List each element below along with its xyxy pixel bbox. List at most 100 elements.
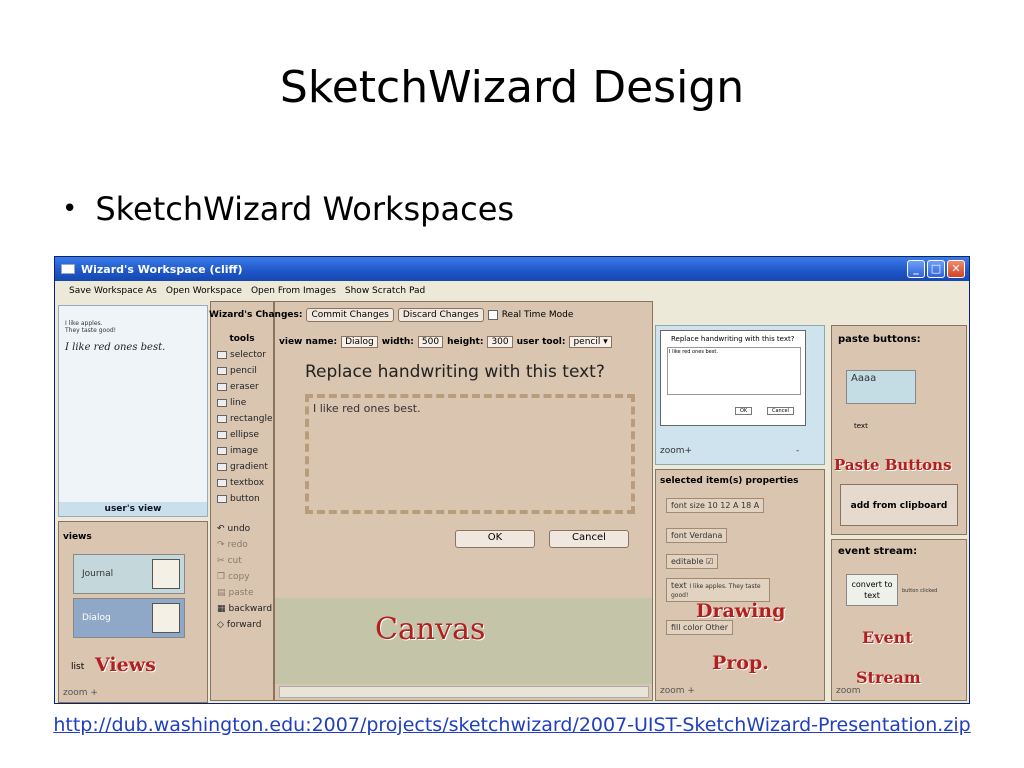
tool-ellipse[interactable]: ellipse bbox=[217, 430, 259, 440]
prop-text[interactable]: text I like apples. They taste good! bbox=[666, 578, 770, 602]
history-copy[interactable]: ❐ copy bbox=[217, 572, 250, 582]
paste-heading: paste buttons: bbox=[838, 334, 921, 345]
font-size-small[interactable]: 10 bbox=[708, 501, 718, 510]
typed-line-1: I like apples. bbox=[65, 320, 103, 327]
canvas-horizontal-scrollbar[interactable] bbox=[279, 686, 649, 698]
dialog-textbox-value: I like red ones best. bbox=[313, 402, 421, 415]
font-size-medium[interactable]: 12 A bbox=[720, 501, 738, 510]
prop-font-size[interactable]: font size 10 12 A 18 A bbox=[666, 498, 765, 513]
history-cut[interactable]: ✂ cut bbox=[217, 556, 242, 566]
event-zoom[interactable]: zoom bbox=[836, 686, 861, 696]
history-backward[interactable]: ▦ backward bbox=[217, 604, 272, 614]
history-paste[interactable]: ▤ paste bbox=[217, 588, 254, 598]
tool-image[interactable]: image bbox=[217, 446, 258, 456]
paste-button-item[interactable]: Aaaa bbox=[846, 370, 916, 404]
view-properties-bar: view name: Dialog width: 500 height: 300… bbox=[279, 336, 612, 348]
tool-gradient[interactable]: gradient bbox=[217, 462, 268, 472]
tool-label: pencil bbox=[230, 366, 257, 376]
realtime-label: Real Time Mode bbox=[501, 310, 574, 320]
image-icon bbox=[217, 447, 227, 455]
menu-save-workspace[interactable]: Save Workspace As bbox=[69, 286, 157, 296]
rectangle-icon bbox=[217, 415, 227, 423]
tool-eraser[interactable]: eraser bbox=[217, 382, 259, 392]
history-forward[interactable]: ◇ forward bbox=[217, 620, 261, 630]
line-icon bbox=[217, 399, 227, 407]
prop-fill-color[interactable]: fill color Other bbox=[666, 620, 733, 635]
dialog-cancel-button[interactable]: Cancel bbox=[549, 530, 629, 548]
changes-label: Wizard's Changes: bbox=[209, 310, 303, 320]
tool-textbox[interactable]: textbox bbox=[217, 478, 264, 488]
users-view-panel[interactable]: I like apples. They taste good! I like r… bbox=[58, 305, 208, 517]
menu-bar: Save Workspace As Open Workspace Open Fr… bbox=[55, 281, 969, 301]
preview-textbox: I like red ones best. bbox=[667, 347, 801, 395]
realtime-checkbox[interactable] bbox=[487, 310, 498, 320]
prop-font[interactable]: font Verdana bbox=[666, 528, 728, 543]
tool-label: ellipse bbox=[230, 430, 259, 440]
font-size-large[interactable]: 18 A bbox=[741, 501, 759, 510]
bullet-text: SketchWizard Workspaces bbox=[95, 190, 515, 228]
font-select[interactable]: Verdana bbox=[689, 531, 722, 540]
views-zoom[interactable]: zoom + bbox=[63, 688, 98, 698]
tool-selector[interactable]: selector bbox=[217, 350, 266, 360]
discard-changes-button[interactable]: Discard Changes bbox=[397, 308, 484, 322]
view-name-field[interactable]: Dialog bbox=[341, 336, 378, 348]
window-icon bbox=[61, 264, 75, 274]
dialog-ok-button[interactable]: OK bbox=[455, 530, 535, 548]
list-tab[interactable]: list bbox=[71, 662, 84, 672]
tool-rectangle[interactable]: rectangle bbox=[217, 414, 273, 424]
preview-question: Replace handwriting with this text? bbox=[671, 335, 795, 343]
width-field[interactable]: 500 bbox=[417, 336, 444, 348]
tool-label: button bbox=[230, 494, 260, 504]
height-field[interactable]: 300 bbox=[487, 336, 513, 348]
selector-icon bbox=[217, 351, 227, 359]
menu-open-workspace[interactable]: Open Workspace bbox=[166, 286, 242, 296]
canvas-panel[interactable]: Wizard's Changes: Commit Changes Discard… bbox=[209, 301, 653, 701]
title-bar[interactable]: Wizard's Workspace (cliff) _ □ ✕ bbox=[55, 257, 969, 281]
workspace-window: Wizard's Workspace (cliff) _ □ ✕ Save Wo… bbox=[54, 256, 970, 704]
view-thumb-dialog[interactable]: Dialog bbox=[73, 598, 185, 638]
preview-panel[interactable]: Replace handwriting with this text? I li… bbox=[655, 325, 825, 465]
minimize-button[interactable]: _ bbox=[907, 260, 925, 278]
handwriting-text: I like red ones best. bbox=[65, 342, 166, 353]
convert-to-text-button[interactable]: convert to text bbox=[846, 574, 898, 606]
preview-answer: I like red ones best. bbox=[669, 349, 718, 355]
menu-scratch-pad[interactable]: Show Scratch Pad bbox=[345, 286, 425, 296]
maximize-button[interactable]: □ bbox=[927, 260, 945, 278]
tool-label: selector bbox=[230, 350, 266, 360]
commit-changes-button[interactable]: Commit Changes bbox=[306, 308, 394, 322]
tool-pencil[interactable]: pencil bbox=[217, 366, 257, 376]
fill-color-select[interactable]: Other bbox=[705, 623, 728, 632]
paste-overlay-label: Paste Buttons bbox=[834, 456, 952, 474]
dialog-textbox[interactable]: I like red ones best. bbox=[305, 394, 635, 514]
typed-line-2: They taste good! bbox=[65, 327, 117, 334]
backward-icon: ▦ bbox=[217, 604, 226, 614]
props-zoom[interactable]: zoom + bbox=[660, 686, 695, 696]
history-redo[interactable]: ↷ redo bbox=[217, 540, 248, 550]
pencil-icon bbox=[217, 367, 227, 375]
tool-label: line bbox=[230, 398, 247, 408]
tools-panel: tools selector pencil eraser line rectan… bbox=[210, 301, 274, 701]
user-tool-select[interactable]: pencil ▾ bbox=[569, 336, 612, 348]
preview-cancel: Cancel bbox=[767, 407, 794, 415]
tool-label: backward bbox=[228, 604, 273, 614]
add-from-clipboard-button[interactable]: add from clipboard bbox=[840, 484, 958, 526]
undo-icon: ↶ bbox=[217, 524, 225, 534]
checkbox-icon[interactable]: ☑ bbox=[706, 557, 713, 566]
tool-line[interactable]: line bbox=[217, 398, 246, 408]
history-undo[interactable]: ↶ undo bbox=[217, 524, 250, 534]
height-label: height: bbox=[447, 337, 484, 347]
prop-editable[interactable]: editable ☑ bbox=[666, 554, 719, 569]
eraser-icon bbox=[217, 383, 227, 391]
tool-button[interactable]: button bbox=[217, 494, 260, 504]
close-button[interactable]: ✕ bbox=[947, 260, 965, 278]
menu-open-images[interactable]: Open From Images bbox=[251, 286, 336, 296]
preview-zoom[interactable]: zoom+ - bbox=[660, 446, 799, 456]
source-link[interactable]: http://dub.washington.edu:2007/projects/… bbox=[0, 714, 1024, 736]
dialog-question[interactable]: Replace handwriting with this text? bbox=[305, 362, 605, 382]
ellipse-icon bbox=[217, 431, 227, 439]
tool-label: gradient bbox=[230, 462, 268, 472]
view-thumb-journal[interactable]: Journal bbox=[73, 554, 185, 594]
view-thumb-label: Journal bbox=[82, 569, 114, 579]
properties-panel: selected item(s) properties font size 10… bbox=[655, 469, 825, 701]
typed-text: I like apples. They taste good! bbox=[65, 320, 145, 334]
